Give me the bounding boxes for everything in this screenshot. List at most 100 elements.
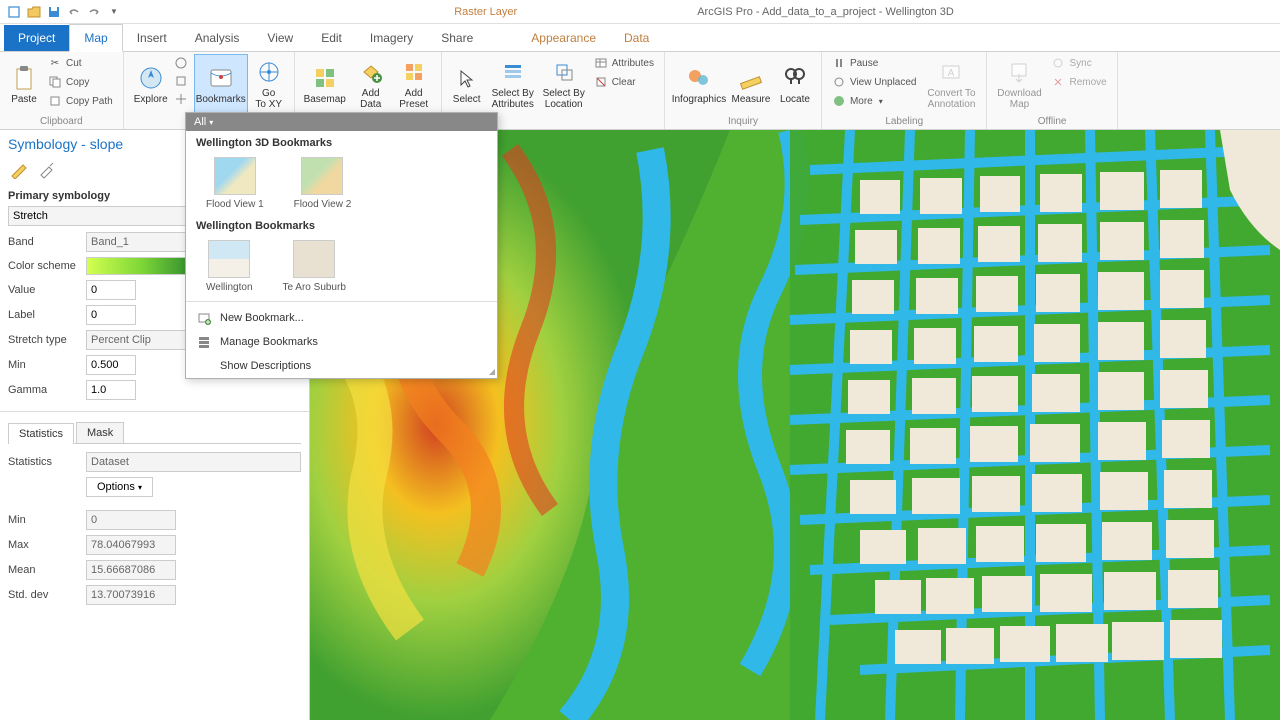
add-data-icon: [357, 58, 385, 86]
goto-xy-button[interactable]: Go To XY: [250, 54, 288, 114]
show-descriptions-button[interactable]: Show Descriptions: [186, 354, 497, 378]
more-icon: [832, 94, 846, 108]
options-button[interactable]: Options ▾: [86, 477, 153, 497]
open-project-icon[interactable]: [26, 4, 42, 20]
group-labeling: Pause View Unplaced More▾ AConvert To An…: [822, 52, 988, 129]
clear-icon: [594, 75, 608, 89]
add-preset-icon: [400, 58, 428, 86]
goto-xy-icon: [255, 58, 283, 86]
select-button[interactable]: Select: [448, 54, 486, 114]
tab-imagery[interactable]: Imagery: [356, 25, 427, 51]
sync-button[interactable]: Sync: [1047, 54, 1110, 72]
locate-button[interactable]: Locate: [775, 54, 815, 114]
label-input[interactable]: [86, 305, 136, 325]
stat-std: [86, 585, 176, 605]
attributes-button[interactable]: Attributes: [590, 54, 658, 72]
statistics-select[interactable]: [86, 452, 301, 472]
bookmarks-icon: [207, 64, 235, 92]
symbology-tool-icon[interactable]: [36, 158, 58, 180]
clear-button[interactable]: Clear: [590, 73, 658, 91]
paste-icon: [10, 64, 38, 92]
copy-icon: [48, 75, 62, 89]
group-offline: Download Map Sync Remove Offline: [987, 52, 1117, 129]
resize-grip-icon[interactable]: ◢: [489, 367, 495, 376]
gamma-input[interactable]: [86, 380, 136, 400]
undo-icon[interactable]: [66, 4, 82, 20]
pause-labeling-button[interactable]: Pause: [828, 54, 921, 72]
add-preset-button[interactable]: Add Preset: [393, 54, 435, 114]
dropdown-filter[interactable]: All▾: [186, 113, 497, 131]
tab-map[interactable]: Map: [69, 24, 122, 52]
symbology-tool-icon[interactable]: [8, 158, 30, 180]
measure-icon: [737, 64, 765, 92]
infographics-button[interactable]: Infographics: [671, 54, 727, 114]
manage-bookmarks-icon: [196, 334, 212, 350]
locate-icon: [781, 64, 809, 92]
basemap-button[interactable]: Basemap: [301, 54, 349, 114]
add-data-button[interactable]: Add Data: [351, 54, 391, 114]
measure-button[interactable]: Measure: [729, 54, 773, 114]
qat-dropdown-icon[interactable]: ▼: [106, 4, 122, 20]
redo-icon[interactable]: [86, 4, 102, 20]
bookmark-wellington[interactable]: Wellington: [206, 240, 253, 293]
copy-path-button[interactable]: Copy Path: [44, 92, 117, 110]
new-project-icon[interactable]: [6, 4, 22, 20]
more-labeling-button[interactable]: More▾: [828, 92, 921, 110]
convert-annotation-button[interactable]: AConvert To Annotation: [922, 54, 980, 114]
infographics-icon: [685, 64, 713, 92]
annotation-icon: A: [937, 58, 965, 86]
tab-appearance[interactable]: Appearance: [517, 25, 610, 51]
quick-access-toolbar: ▼: [0, 4, 128, 20]
stat-mean: [86, 560, 176, 580]
new-bookmark-button[interactable]: New Bookmark...: [186, 306, 497, 330]
save-icon[interactable]: [46, 4, 62, 20]
value-input[interactable]: [86, 280, 136, 300]
remove-button[interactable]: Remove: [1047, 73, 1110, 91]
tab-share[interactable]: Share: [427, 25, 487, 51]
stat-min: [86, 510, 176, 530]
svg-text:A: A: [948, 68, 955, 79]
group-inquiry: Infographics Measure Locate Inquiry: [665, 52, 822, 129]
app-title: ArcGIS Pro - Add_data_to_a_project - Wel…: [697, 6, 954, 18]
bookmark-group-label: Wellington Bookmarks: [186, 214, 497, 234]
bookmark-flood-view-2[interactable]: Flood View 2: [294, 157, 352, 210]
subtab-mask[interactable]: Mask: [76, 422, 124, 443]
nav-tool-icon[interactable]: [174, 92, 192, 108]
tab-project[interactable]: Project: [4, 25, 69, 51]
bookmark-te-aro[interactable]: Te Aro Suburb: [283, 240, 346, 293]
bookmarks-dropdown: All▾ Wellington 3D Bookmarks Flood View …: [185, 112, 498, 379]
cut-icon: ✂: [48, 56, 62, 70]
attributes-icon: [594, 56, 608, 70]
copy-path-icon: [48, 94, 62, 108]
tab-view[interactable]: View: [253, 25, 307, 51]
title-bar: ▼ Raster Layer ArcGIS Pro - Add_data_to_…: [0, 0, 1280, 24]
tab-data[interactable]: Data: [610, 25, 663, 51]
bookmarks-button[interactable]: Bookmarks: [194, 54, 248, 114]
view-unplaced-button[interactable]: View Unplaced: [828, 73, 921, 91]
min-input[interactable]: [86, 355, 136, 375]
nav-tool-icon[interactable]: [174, 74, 192, 90]
copy-button[interactable]: Copy: [44, 73, 117, 91]
select-loc-icon: [550, 58, 578, 86]
subtab-statistics[interactable]: Statistics: [8, 423, 74, 444]
tab-edit[interactable]: Edit: [307, 25, 356, 51]
bookmark-flood-view-1[interactable]: Flood View 1: [206, 157, 264, 210]
select-by-attributes-button[interactable]: Select By Attributes: [488, 54, 538, 114]
download-map-button[interactable]: Download Map: [993, 54, 1045, 114]
bookmark-group-label: Wellington 3D Bookmarks: [186, 131, 497, 151]
download-icon: [1005, 58, 1033, 86]
select-attr-icon: [499, 58, 527, 86]
select-by-location-button[interactable]: Select By Location: [540, 54, 588, 114]
new-bookmark-icon: [196, 310, 212, 326]
manage-bookmarks-button[interactable]: Manage Bookmarks: [186, 330, 497, 354]
nav-tool-icon[interactable]: [174, 56, 192, 72]
stat-max: [86, 535, 176, 555]
sync-icon: [1051, 56, 1065, 70]
explore-button[interactable]: Explore: [130, 54, 172, 114]
tab-insert[interactable]: Insert: [123, 25, 181, 51]
basemap-icon: [311, 64, 339, 92]
tab-analysis[interactable]: Analysis: [181, 25, 254, 51]
paste-button[interactable]: Paste: [6, 54, 42, 114]
group-clipboard: Paste ✂Cut Copy Copy Path Clipboard: [0, 52, 124, 129]
cut-button[interactable]: ✂Cut: [44, 54, 117, 72]
